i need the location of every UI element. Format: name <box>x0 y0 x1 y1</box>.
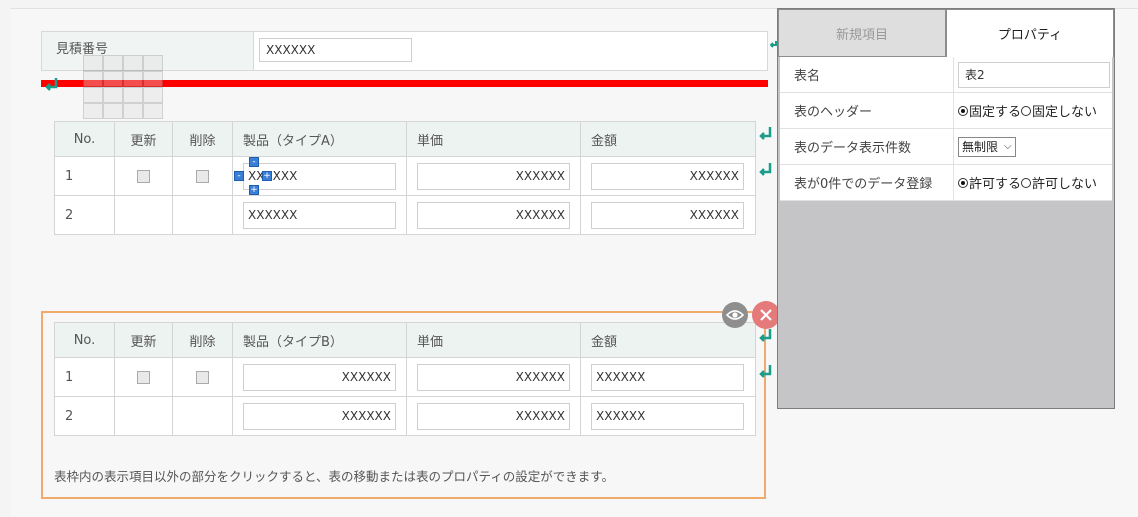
delete-checkbox[interactable] <box>196 169 209 183</box>
radio-label: 許可する <box>969 177 1022 192</box>
return-arrow-icon[interactable] <box>758 328 774 344</box>
return-arrow-icon[interactable] <box>758 364 774 380</box>
table-row: 2 XXXXXX XXXXXX XXXXXX <box>54 396 756 436</box>
update-checkbox[interactable] <box>137 370 150 384</box>
price-input[interactable]: XXXXXX <box>417 201 570 229</box>
return-arrow-icon[interactable] <box>44 77 60 93</box>
prop-label: 表のデータ表示件数 <box>780 129 954 164</box>
table-a[interactable]: No. 更新 削除 製品（タイプA） 単価 金額 1 XXXXXX XXXXXX… <box>54 121 756 235</box>
col-header-product[interactable]: 製品（タイプB） <box>232 322 407 358</box>
col-header-update[interactable]: 更新 <box>114 322 173 358</box>
table-name-input[interactable] <box>958 61 1110 88</box>
row-number: 1 <box>54 357 115 397</box>
zero-allow-radio[interactable] <box>958 177 968 188</box>
select-value: 無制限 <box>962 140 999 154</box>
header-fixed-radio[interactable] <box>958 105 968 116</box>
product-input[interactable]: XXXXXX <box>243 402 396 430</box>
zero-disallow-radio[interactable] <box>1021 177 1032 188</box>
price-input[interactable]: XXXXXX <box>417 363 570 391</box>
chevron-down-icon: ⌵ <box>1004 141 1012 152</box>
header-not-fixed-radio[interactable] <box>1021 105 1032 116</box>
prop-label: 表名 <box>780 57 954 92</box>
row-number: 1 <box>54 156 115 196</box>
minus-icon[interactable]: - <box>234 171 244 181</box>
row-number: 2 <box>54 195 115 235</box>
radio-label: 許可しない <box>1032 177 1098 192</box>
table-row: 1 XXXXXX XXXXXX XXXXXX <box>54 156 756 196</box>
col-header-product[interactable]: 製品（タイプA） <box>232 121 407 157</box>
col-header-amount[interactable]: 金額 <box>580 121 756 157</box>
col-header-price[interactable]: 単価 <box>406 322 581 358</box>
table-row: 1 XXXXXX XXXXXX XXXXXX <box>54 357 756 397</box>
col-header-amount[interactable]: 金額 <box>580 322 756 358</box>
prop-label: 表のヘッダー <box>780 93 954 128</box>
eye-icon[interactable] <box>722 302 748 328</box>
radio-label: 固定する <box>969 105 1022 120</box>
return-arrow-icon[interactable] <box>758 162 774 178</box>
col-header-price[interactable]: 単価 <box>406 121 581 157</box>
estimate-number-input[interactable] <box>259 38 412 62</box>
prop-label: 表が0件でのデータ登録 <box>780 165 954 200</box>
amount-input[interactable]: XXXXXX <box>591 162 744 190</box>
tab-properties[interactable]: プロパティ <box>946 9 1114 57</box>
amount-input[interactable]: XXXXXX <box>591 402 744 430</box>
prop-display-count: 表のデータ表示件数 無制限 ⌵ <box>780 129 1112 165</box>
plus-icon[interactable]: + <box>249 185 259 195</box>
table-row: 2 XXXXXX XXXXXX XXXXXX <box>54 195 756 235</box>
col-header-no[interactable]: No. <box>54 322 115 358</box>
table-b[interactable]: No. 更新 削除 製品（タイプB） 単価 金額 1 XXXXXX XXXXXX… <box>54 322 756 436</box>
prop-table-name: 表名 <box>780 57 1112 93</box>
property-panel: 新規項目 プロパティ 表名 表のヘッダー 固定する 固定しない 表のデータ表示件… <box>777 8 1115 409</box>
plus-icon[interactable]: + <box>262 171 272 181</box>
tab-new-item[interactable]: 新規項目 <box>778 9 946 57</box>
product-input[interactable]: XXXXXX <box>243 363 396 391</box>
product-input[interactable]: XXXXXX <box>243 201 396 229</box>
prop-header: 表のヘッダー 固定する 固定しない <box>780 93 1112 129</box>
row-number: 2 <box>54 396 115 436</box>
col-header-delete[interactable]: 削除 <box>172 322 233 358</box>
property-list: 表名 表のヘッダー 固定する 固定しない 表のデータ表示件数 無制限 ⌵ 表が0件… <box>780 57 1112 201</box>
hint-text: 表枠内の表示項目以外の部分をクリックすると、表の移動または表のプロパティの設定が… <box>54 469 615 484</box>
price-input[interactable]: XXXXXX <box>417 402 570 430</box>
delete-checkbox[interactable] <box>196 370 209 384</box>
col-header-delete[interactable]: 削除 <box>172 121 233 157</box>
amount-input[interactable]: XXXXXX <box>591 201 744 229</box>
display-count-select[interactable]: 無制限 ⌵ <box>958 136 1016 157</box>
drag-ghost-table-icon <box>83 55 163 119</box>
radio-label: 固定しない <box>1032 105 1098 120</box>
update-checkbox[interactable] <box>137 169 150 183</box>
col-header-update[interactable]: 更新 <box>114 121 173 157</box>
minus-icon[interactable]: - <box>249 157 259 167</box>
return-arrow-icon[interactable] <box>758 126 774 142</box>
close-icon[interactable] <box>752 301 780 329</box>
price-input[interactable]: XXXXXX <box>417 162 570 190</box>
prop-zero-registration: 表が0件でのデータ登録 許可する 許可しない <box>780 165 1112 201</box>
amount-input[interactable]: XXXXXX <box>591 363 744 391</box>
col-header-no[interactable]: No. <box>54 121 115 157</box>
